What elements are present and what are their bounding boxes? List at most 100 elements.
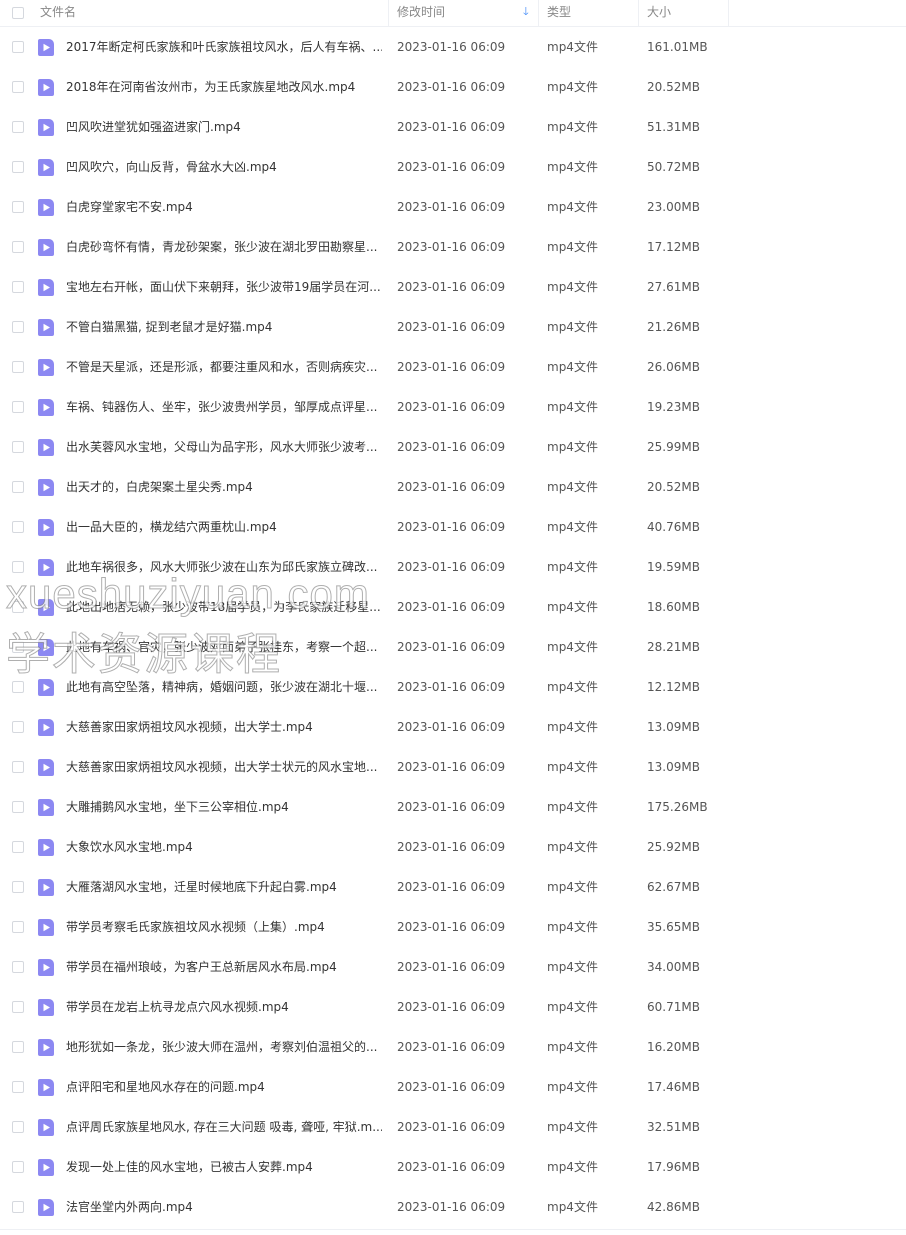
table-row[interactable]: 大雕捕鹅风水宝地，坐下三公宰相位.mp4 2023-01-16 06:09 mp4文… xyxy=(0,787,906,827)
file-name[interactable]: 此地有高空坠落，精神病，婚姻问题，张少波在湖北十堰... xyxy=(66,667,382,707)
row-checkbox[interactable] xyxy=(12,521,24,533)
table-row[interactable]: 出天才的，白虎架案土星尖秀.mp4 2023-01-16 06:09 mp4文件 20… xyxy=(0,467,906,507)
file-name[interactable]: 凹风吹进堂犹如强盗进家门.mp4 xyxy=(66,107,382,147)
table-row[interactable]: 带学员在龙岩上杭寻龙点穴风水视频.mp4 2023-01-16 06:09 mp4文… xyxy=(0,987,906,1027)
table-row[interactable]: 不管是天星派，还是形派，都要注重风和水，否则病疾灾... 2023-01-16 0… xyxy=(0,347,906,387)
table-row[interactable]: 发现一处上佳的风水宝地，已被古人安葬.mp4 2023-01-16 06:09 mp… xyxy=(0,1147,906,1187)
file-name[interactable]: 出水芙蓉风水宝地，父母山为品字形，风水大师张少波考... xyxy=(66,427,382,467)
row-checkbox[interactable] xyxy=(12,401,24,413)
file-name[interactable]: 地形犹如一条龙，张少波大师在温州，考察刘伯温祖父的... xyxy=(66,1027,382,1067)
row-checkbox[interactable] xyxy=(12,441,24,453)
file-name[interactable]: 凹风吹穴，向山反背，骨盆水大凶.mp4 xyxy=(66,147,382,187)
row-checkbox[interactable] xyxy=(12,321,24,333)
table-row[interactable]: 点评阳宅和星地风水存在的问题.mp4 2023-01-16 06:09 mp4文件 1… xyxy=(0,1067,906,1107)
table-row[interactable]: 此地车祸很多，风水大师张少波在山东为邱氏家族立碑改... 2023-01-16 0… xyxy=(0,547,906,587)
table-row[interactable]: 法官坐堂内外两向.mp4 2023-01-16 06:09 mp4文件 42.86MB xyxy=(0,1187,906,1227)
row-checkbox[interactable] xyxy=(12,801,24,813)
table-row[interactable]: 带学员在福州琅岐，为客户王总新居风水布局.mp4 2023-01-16 06:09… xyxy=(0,947,906,987)
file-name[interactable]: 此地有车祸、官灾，张少波对面弟子张桂东，考察一个超... xyxy=(66,627,382,667)
file-name[interactable]: 此地车祸很多，风水大师张少波在山东为邱氏家族立碑改... xyxy=(66,547,382,587)
column-header-name[interactable]: 文件名 xyxy=(40,0,76,26)
file-name[interactable]: 此地出地痞无赖，张少波带18届学员，为李氏家族迁移星... xyxy=(66,587,382,627)
column-header-modified[interactable]: 修改时间 xyxy=(397,0,445,26)
table-row[interactable]: 大慈善家田家炳祖坟风水视频，出大学士状元的风水宝地... 2023-01-16 0… xyxy=(0,747,906,787)
column-header-type[interactable]: 类型 xyxy=(547,0,571,26)
table-row[interactable]: 不管白猫黑猫, 捉到老鼠才是好猫.mp4 2023-01-16 06:09 mp4文… xyxy=(0,307,906,347)
file-name[interactable]: 带学员在龙岩上杭寻龙点穴风水视频.mp4 xyxy=(66,987,382,1027)
row-checkbox[interactable] xyxy=(12,361,24,373)
file-name[interactable]: 不管白猫黑猫, 捉到老鼠才是好猫.mp4 xyxy=(66,307,382,347)
row-checkbox[interactable] xyxy=(12,161,24,173)
column-divider[interactable] xyxy=(388,0,389,26)
file-name[interactable]: 大雁落湖风水宝地，迁星时候地底下升起白雾.mp4 xyxy=(66,867,382,907)
table-row[interactable]: 凹风吹穴，向山反背，骨盆水大凶.mp4 2023-01-16 06:09 mp4文件… xyxy=(0,147,906,187)
file-name[interactable]: 2017年断定柯氏家族和叶氏家族祖坟风水，后人有车祸、... xyxy=(66,27,382,67)
table-row[interactable]: 凹风吹进堂犹如强盗进家门.mp4 2023-01-16 06:09 mp4文件 51.… xyxy=(0,107,906,147)
column-divider[interactable] xyxy=(638,0,639,26)
file-name[interactable]: 车祸、钝器伤人、坐牢，张少波贵州学员，邹厚成点评星... xyxy=(66,387,382,427)
row-checkbox[interactable] xyxy=(12,921,24,933)
column-divider[interactable] xyxy=(728,0,729,26)
table-row[interactable]: 白虎砂弯怀有情，青龙砂架案，张少波在湖北罗田勘察星... 2023-01-16 0… xyxy=(0,227,906,267)
table-row[interactable]: 2017年断定柯氏家族和叶氏家族祖坟风水，后人有车祸、... 2023-01-16… xyxy=(0,27,906,67)
table-row[interactable]: 出一品大臣的，横龙结穴两重枕山.mp4 2023-01-16 06:09 mp4文件… xyxy=(0,507,906,547)
row-checkbox[interactable] xyxy=(12,841,24,853)
file-name[interactable]: 出天才的，白虎架案土星尖秀.mp4 xyxy=(66,467,382,507)
file-name[interactable]: 法官坐堂内外两向.mp4 xyxy=(66,1187,382,1227)
file-name[interactable]: 2018年在河南省汝州市，为王氏家族星地改风水.mp4 xyxy=(66,67,382,107)
table-row[interactable]: 宝地左右开帐，面山伏下来朝拜，张少波带19届学员在河... 2023-01-16 … xyxy=(0,267,906,307)
table-row[interactable]: 大慈善家田家炳祖坟风水视频，出大学士.mp4 2023-01-16 06:09 mp… xyxy=(0,707,906,747)
file-name[interactable]: 大慈善家田家炳祖坟风水视频，出大学士.mp4 xyxy=(66,707,382,747)
file-name[interactable]: 带学员考察毛氏家族祖坟风水视频（上集）.mp4 xyxy=(66,907,382,947)
row-checkbox[interactable] xyxy=(12,1121,24,1133)
row-checkbox[interactable] xyxy=(12,1081,24,1093)
row-checkbox[interactable] xyxy=(12,561,24,573)
row-checkbox[interactable] xyxy=(12,481,24,493)
row-checkbox[interactable] xyxy=(12,961,24,973)
row-checkbox[interactable] xyxy=(12,881,24,893)
row-checkbox[interactable] xyxy=(12,201,24,213)
row-checkbox[interactable] xyxy=(12,241,24,253)
file-name[interactable]: 大象饮水风水宝地.mp4 xyxy=(66,827,382,867)
file-name[interactable]: 出一品大臣的，横龙结穴两重枕山.mp4 xyxy=(66,507,382,547)
table-row[interactable]: 车祸、钝器伤人、坐牢，张少波贵州学员，邹厚成点评星... 2023-01-16 0… xyxy=(0,387,906,427)
table-row[interactable]: 白虎穿堂家宅不安.mp4 2023-01-16 06:09 mp4文件 23.00MB xyxy=(0,187,906,227)
column-header-size[interactable]: 大小 xyxy=(647,0,671,26)
table-row[interactable]: 出水芙蓉风水宝地，父母山为品字形，风水大师张少波考... 2023-01-16 0… xyxy=(0,427,906,467)
file-name[interactable]: 宝地左右开帐，面山伏下来朝拜，张少波带19届学员在河... xyxy=(66,267,382,307)
file-name[interactable]: 发现一处上佳的风水宝地，已被古人安葬.mp4 xyxy=(66,1147,382,1187)
table-row[interactable]: 地形犹如一条龙，张少波大师在温州，考察刘伯温祖父的... 2023-01-16 0… xyxy=(0,1027,906,1067)
file-name[interactable]: 不管是天星派，还是形派，都要注重风和水，否则病疾灾... xyxy=(66,347,382,387)
row-checkbox[interactable] xyxy=(12,81,24,93)
table-row[interactable]: 此地有高空坠落，精神病，婚姻问题，张少波在湖北十堰... 2023-01-16 0… xyxy=(0,667,906,707)
row-checkbox[interactable] xyxy=(12,1161,24,1173)
row-checkbox[interactable] xyxy=(12,761,24,773)
table-row[interactable]: 带学员考察毛氏家族祖坟风水视频（上集）.mp4 2023-01-16 06:09 m… xyxy=(0,907,906,947)
table-row[interactable]: 点评周氏家族星地风水, 存在三大问题 吸毒, 聋哑, 牢狱.m... 2023-0… xyxy=(0,1107,906,1147)
file-name[interactable]: 点评周氏家族星地风水, 存在三大问题 吸毒, 聋哑, 牢狱.m... xyxy=(66,1107,382,1147)
row-checkbox[interactable] xyxy=(12,681,24,693)
column-divider[interactable] xyxy=(538,0,539,26)
file-name[interactable]: 白虎穿堂家宅不安.mp4 xyxy=(66,187,382,227)
file-name[interactable]: 点评阳宅和星地风水存在的问题.mp4 xyxy=(66,1067,382,1107)
file-name[interactable]: 大慈善家田家炳祖坟风水视频，出大学士状元的风水宝地... xyxy=(66,747,382,787)
row-checkbox[interactable] xyxy=(12,601,24,613)
table-row[interactable]: 2018年在河南省汝州市，为王氏家族星地改风水.mp4 2023-01-16 06… xyxy=(0,67,906,107)
row-checkbox[interactable] xyxy=(12,121,24,133)
table-row[interactable]: 大雁落湖风水宝地，迁星时候地底下升起白雾.mp4 2023-01-16 06:09… xyxy=(0,867,906,907)
table-row[interactable]: 此地出地痞无赖，张少波带18届学员，为李氏家族迁移星... 2023-01-16 … xyxy=(0,587,906,627)
file-name[interactable]: 白虎砂弯怀有情，青龙砂架案，张少波在湖北罗田勘察星... xyxy=(66,227,382,267)
row-checkbox[interactable] xyxy=(12,721,24,733)
sort-down-arrow-icon[interactable]: 🡓 xyxy=(523,0,529,26)
row-checkbox[interactable] xyxy=(12,1041,24,1053)
select-all-checkbox[interactable] xyxy=(12,7,24,19)
file-name[interactable]: 带学员在福州琅岐，为客户王总新居风水布局.mp4 xyxy=(66,947,382,987)
row-checkbox[interactable] xyxy=(12,41,24,53)
file-name[interactable]: 大雕捕鹅风水宝地，坐下三公宰相位.mp4 xyxy=(66,787,382,827)
table-row[interactable]: 此地有车祸、官灾，张少波对面弟子张桂东，考察一个超... 2023-01-16 0… xyxy=(0,627,906,667)
row-checkbox[interactable] xyxy=(12,641,24,653)
row-checkbox[interactable] xyxy=(12,1001,24,1013)
row-checkbox[interactable] xyxy=(12,281,24,293)
table-row[interactable]: 大象饮水风水宝地.mp4 2023-01-16 06:09 mp4文件 25.92MB xyxy=(0,827,906,867)
row-checkbox[interactable] xyxy=(12,1201,24,1213)
